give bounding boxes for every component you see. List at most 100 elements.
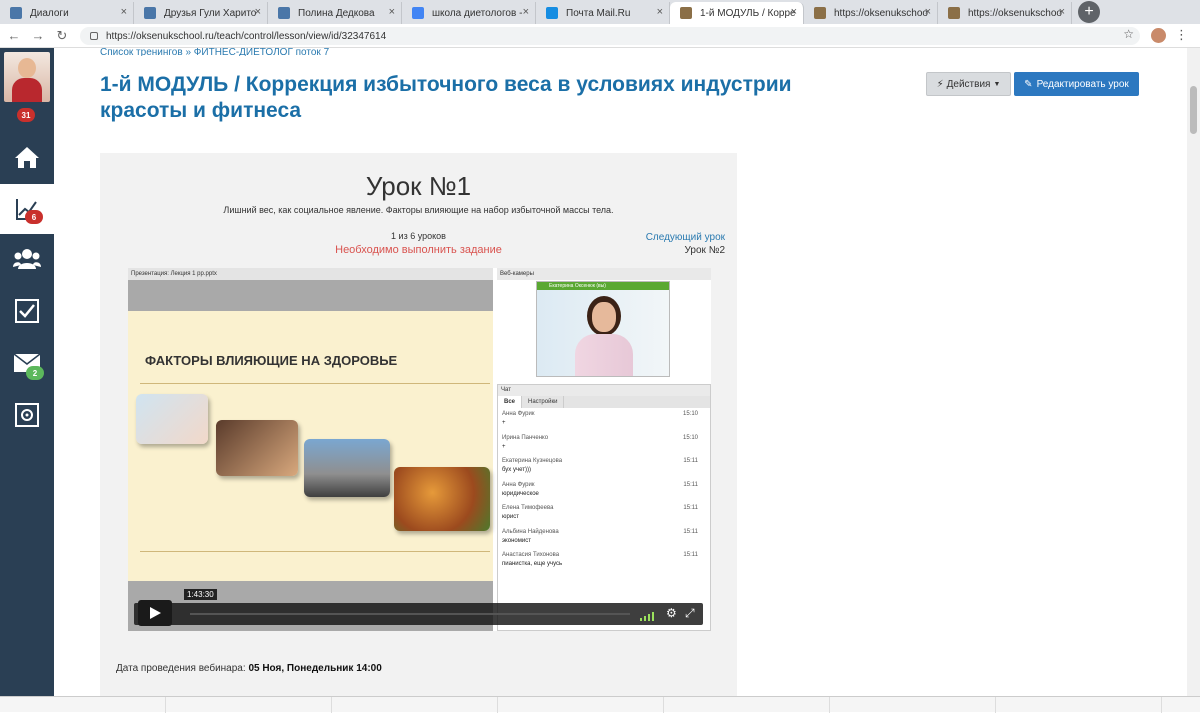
lightning-icon: ⚡ <box>936 78 944 90</box>
slide-photo-baby <box>136 394 208 444</box>
back-icon[interactable]: ← <box>4 28 24 43</box>
browser-tab[interactable]: Полина Дедкова × <box>268 2 402 24</box>
forward-icon[interactable]: → <box>28 28 48 43</box>
chat-message-time: 15:10 <box>682 434 698 441</box>
chat-message-time: 15:10 <box>682 411 698 417</box>
chat-message: Анна Фурик 15:10 + <box>498 408 710 432</box>
chat-message: Екатерина Кузнецова 15:11 бух учет))) <box>498 455 710 479</box>
users-group-icon[interactable] <box>0 234 54 284</box>
play-button[interactable] <box>138 600 172 626</box>
chat-message: Альбина Найденова 15:11 экономист <box>498 526 710 550</box>
close-tab-icon[interactable]: × <box>523 6 529 18</box>
chat-message-text: юрист <box>502 514 519 520</box>
chat-message-time: 15:11 <box>683 552 698 558</box>
page-scrollbar[interactable] <box>1187 48 1200 696</box>
close-tab-icon[interactable]: × <box>925 6 931 18</box>
vk-icon <box>278 7 290 19</box>
fullscreen-icon[interactable]: ⤢ <box>685 606 695 621</box>
bookmark-star-icon[interactable]: ☆ <box>1123 27 1134 41</box>
webinar-date-label: Дата проведения вебинара: <box>116 663 246 674</box>
chat-message-name: Ирина Панченко <box>502 434 549 441</box>
mail-icon[interactable] <box>0 338 54 388</box>
close-tab-icon[interactable]: × <box>1059 6 1065 18</box>
mail-icon <box>546 7 558 19</box>
chat-message-text: + <box>502 443 506 450</box>
address-bar: ← → ↻ https://oksenukschool.ru/teach/con… <box>0 24 1200 48</box>
webcam-video: Екатерина Оксенюк (вы) <box>536 281 670 377</box>
tasks-checkbox-icon[interactable] <box>0 286 54 336</box>
presentation-title: Презентация: Лекция 1 pp.pptx <box>128 268 493 280</box>
chat-title: Чат <box>498 385 710 396</box>
webcam-label: Екатерина Оксенюк (вы) <box>537 282 669 290</box>
mail-badge: 2 <box>26 366 44 380</box>
profile-avatar[interactable] <box>1151 28 1166 43</box>
stats-badge: 6 <box>25 210 43 224</box>
close-tab-icon[interactable]: × <box>121 6 127 18</box>
chat-message: Елена Тимофеева 15:11 юрист <box>498 502 710 526</box>
chat-message-name: Анна Фурик <box>502 481 535 488</box>
close-tab-icon[interactable]: × <box>389 6 395 18</box>
webinar-date-value: 05 Ноя, Понедельник 14:00 <box>248 663 382 674</box>
close-tab-icon[interactable]: × <box>255 6 261 18</box>
slide-title: ФАКТОРЫ ВЛИЯЮЩИЕ НА ЗДОРОВЬЕ <box>145 353 398 368</box>
browser-tab-label: Почта Mail.Ru <box>566 7 631 19</box>
chat-message-time: 15:11 <box>683 481 698 488</box>
next-lesson-link[interactable]: Следующий урок <box>646 232 725 243</box>
chat-message-time: 15:11 <box>683 528 698 535</box>
seek-bar[interactable] <box>190 613 630 615</box>
menu-kebab-icon[interactable]: ⋮ <box>1175 27 1188 43</box>
browser-tab-label: Друзья Гули Харито <box>164 7 257 19</box>
webcams-panel: Веб-камеры Екатерина Оксенюк (вы) <box>497 268 711 382</box>
browser-tab-bar: Диалоги × Друзья Гули Харито × Полина Дедков… <box>0 0 1200 24</box>
browser-tab[interactable]: https://oksenukschoo × <box>938 2 1072 24</box>
school-icon <box>814 7 826 19</box>
volume-icon[interactable] <box>640 608 658 626</box>
user-avatar[interactable] <box>4 52 50 102</box>
vk-icon <box>144 7 156 19</box>
chat-message-time: 15:11 <box>683 458 698 464</box>
home-icon[interactable] <box>0 132 54 182</box>
vk-icon <box>10 7 22 19</box>
scrollbar-thumb[interactable] <box>1190 86 1197 134</box>
webinar-video-player[interactable]: Презентация: Лекция 1 pp.pptx ФАКТОРЫ ВЛ… <box>128 268 711 631</box>
school-icon <box>948 7 960 19</box>
chat-message: Ирина Панченко 15:10 + <box>498 432 710 456</box>
close-tab-icon[interactable]: × <box>791 6 797 18</box>
browser-tab[interactable]: Диалоги × <box>0 2 134 24</box>
lock-icon <box>90 32 98 40</box>
chat-tabs: Все Настройки <box>498 396 710 408</box>
breadcrumb[interactable]: Список тренингов » ФИТНЕС-ДИЕТОЛОГ поток… <box>100 48 329 56</box>
browser-tab[interactable]: Друзья Гули Харито × <box>134 2 268 24</box>
edit-lesson-button[interactable]: ✎ Редактировать урок <box>1014 72 1139 96</box>
close-tab-icon[interactable]: × <box>657 6 663 18</box>
url-input[interactable]: https://oksenukschool.ru/teach/control/l… <box>80 27 1140 45</box>
notifications-badge: 31 <box>17 108 35 122</box>
chat-message-text: юридическое <box>502 490 539 497</box>
main-content: Список тренингов » ФИТНЕС-ДИЕТОЛОГ поток… <box>54 48 1187 696</box>
chat-tab-all[interactable]: Все <box>498 396 523 408</box>
browser-tab[interactable]: Почта Mail.Ru × <box>536 2 670 24</box>
gear-icon[interactable]: ⚙ <box>666 606 677 620</box>
browser-tab[interactable]: https://oksenukschoo × <box>804 2 938 24</box>
browser-tab[interactable]: школа диетологов - × <box>402 2 536 24</box>
chat-tab-settings[interactable]: Настройки <box>522 396 565 408</box>
chat-message: Анна Фурик 15:11 юридическое <box>498 479 710 503</box>
webinar-date-line: Дата проведения вебинара: 05 Ноя, Понеде… <box>116 663 382 674</box>
actions-dropdown-button[interactable]: ⚡ Действия ▼ <box>926 72 1011 96</box>
chat-message-text: + <box>502 420 506 426</box>
slide-photo-woman <box>216 420 298 476</box>
app-sidebar: 31 6 2 <box>0 48 54 712</box>
presentation-panel: Презентация: Лекция 1 pp.pptx ФАКТОРЫ ВЛ… <box>128 268 493 631</box>
browser-tab-label: школа диетологов - <box>432 7 523 19</box>
chat-message: Анастасия Тихонова 15:11 пианистка, еще уч… <box>498 549 710 573</box>
lesson-subtitle: Лишний вес, как социальное явление. Факт… <box>223 205 614 215</box>
stats-chart-icon[interactable] <box>0 184 54 234</box>
settings-icon[interactable] <box>0 390 54 440</box>
task-required-notice[interactable]: Необходимо выполнить задание <box>100 244 737 256</box>
slide-photo-factory <box>304 439 390 497</box>
browser-tab[interactable]: 1-й МОДУЛЬ / Корре × <box>670 2 804 24</box>
chat-message-time: 15:11 <box>683 505 698 511</box>
new-tab-button[interactable]: + <box>1078 1 1100 23</box>
lesson-panel: Урок №1 Лишний вес, как социальное явлен… <box>100 153 737 696</box>
reload-icon[interactable]: ↻ <box>52 28 72 44</box>
